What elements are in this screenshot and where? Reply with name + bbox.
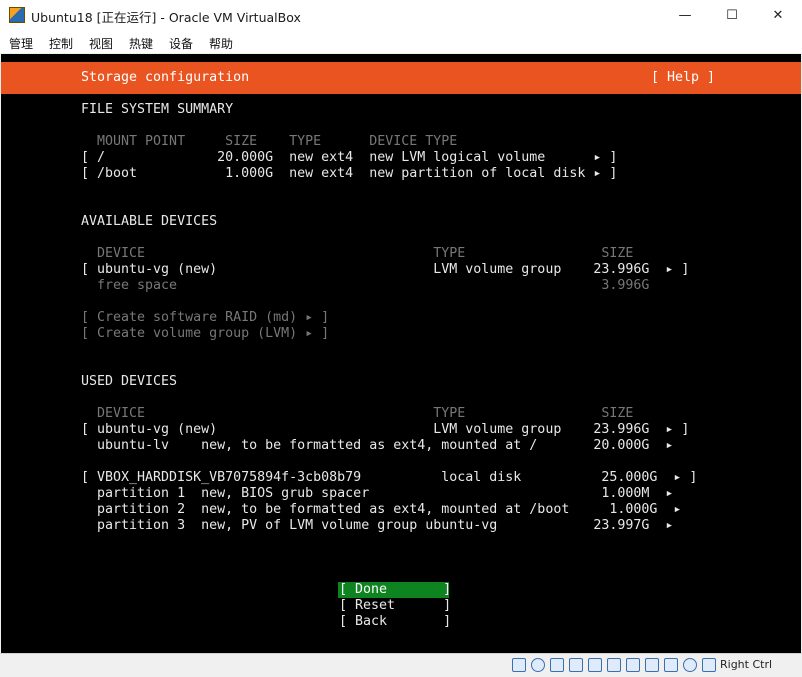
help-button[interactable]: [ Help ] (651, 70, 715, 86)
shared-folders-icon[interactable] (607, 658, 621, 672)
fs-summary-heading: FILE SYSTEM SUMMARY (81, 102, 234, 117)
video-capture-icon[interactable] (645, 658, 659, 672)
host-key-label: Right Ctrl (720, 658, 773, 671)
status-bar: Right Ctrl (0, 653, 802, 677)
done-button[interactable]: [ Done ] (339, 582, 451, 598)
free-space-row: free space 3.996G (81, 278, 650, 293)
host-key-icon (702, 658, 716, 672)
close-button[interactable]: ✕ (755, 0, 801, 31)
menu-view[interactable]: 视图 (89, 35, 113, 52)
reset-button[interactable]: [ Reset ] (339, 598, 451, 614)
menu-devices[interactable]: 设备 (169, 35, 193, 52)
fs-summary-columns: MOUNT POINT SIZE TYPE DEVICE TYPE (81, 134, 458, 149)
used-columns: DEVICE TYPE SIZE (81, 406, 634, 421)
available-row-ubuntu-vg[interactable]: [ ubuntu-vg (new) LVM volume group 23.99… (81, 262, 689, 278)
usb-icon[interactable] (588, 658, 602, 672)
menu-hotkey[interactable]: 热键 (129, 35, 153, 52)
used-row-harddisk[interactable]: [ VBOX_HARDDISK_VB7075894f-3cb08b79 loca… (81, 470, 697, 486)
page-title: Storage configuration (81, 70, 250, 85)
virtualbox-icon (9, 7, 25, 23)
fs-row-root[interactable]: [ / 20.000G new ext4 new LVM logical vol… (81, 150, 617, 166)
menu-control[interactable]: 控制 (49, 35, 73, 52)
create-raid-button[interactable]: [ Create software RAID (md) ▸ ] (81, 310, 329, 326)
used-row-partition-1[interactable]: partition 1 new, BIOS grub spacer 1.000M… (81, 486, 673, 502)
used-row-partition-3[interactable]: partition 3 new, PV of LVM volume group … (81, 518, 673, 534)
vm-screen[interactable]: Storage configuration [ Help ] FILE SYST… (1, 54, 801, 653)
menu-manage[interactable]: 管理 (9, 35, 33, 52)
display-icon[interactable] (626, 658, 640, 672)
mouse-integration-icon[interactable] (683, 658, 697, 672)
cpu-icon[interactable] (664, 658, 678, 672)
menu-bar: 管理 控制 视图 热键 设备 帮助 (0, 31, 802, 53)
hard-disk-icon[interactable] (512, 658, 526, 672)
menu-help[interactable]: 帮助 (209, 35, 233, 52)
minimize-button[interactable]: — (662, 0, 708, 31)
used-devices-heading: USED DEVICES (81, 374, 178, 389)
optical-drive-icon[interactable] (531, 658, 545, 672)
available-devices-heading: AVAILABLE DEVICES (81, 214, 218, 229)
network-icon[interactable] (569, 658, 583, 672)
window-title: Ubuntu18 [正在运行] - Oracle VM VirtualBox (31, 10, 301, 25)
fs-row-boot[interactable]: [ /boot 1.000G new ext4 new partition of… (81, 166, 617, 182)
title-bar: Ubuntu18 [正在运行] - Oracle VM VirtualBox —… (0, 0, 802, 31)
used-row-ubuntu-vg[interactable]: [ ubuntu-vg (new) LVM volume group 23.99… (81, 422, 689, 438)
available-columns: DEVICE TYPE SIZE (81, 246, 634, 261)
used-row-partition-2[interactable]: partition 2 new, to be formatted as ext4… (81, 502, 681, 518)
used-row-ubuntu-lv[interactable]: ubuntu-lv new, to be formatted as ext4, … (81, 438, 673, 454)
create-vg-button[interactable]: [ Create volume group (LVM) ▸ ] (81, 326, 329, 342)
maximize-button[interactable]: ☐ (709, 0, 755, 31)
audio-icon[interactable] (550, 658, 564, 672)
back-button[interactable]: [ Back ] (339, 614, 451, 630)
